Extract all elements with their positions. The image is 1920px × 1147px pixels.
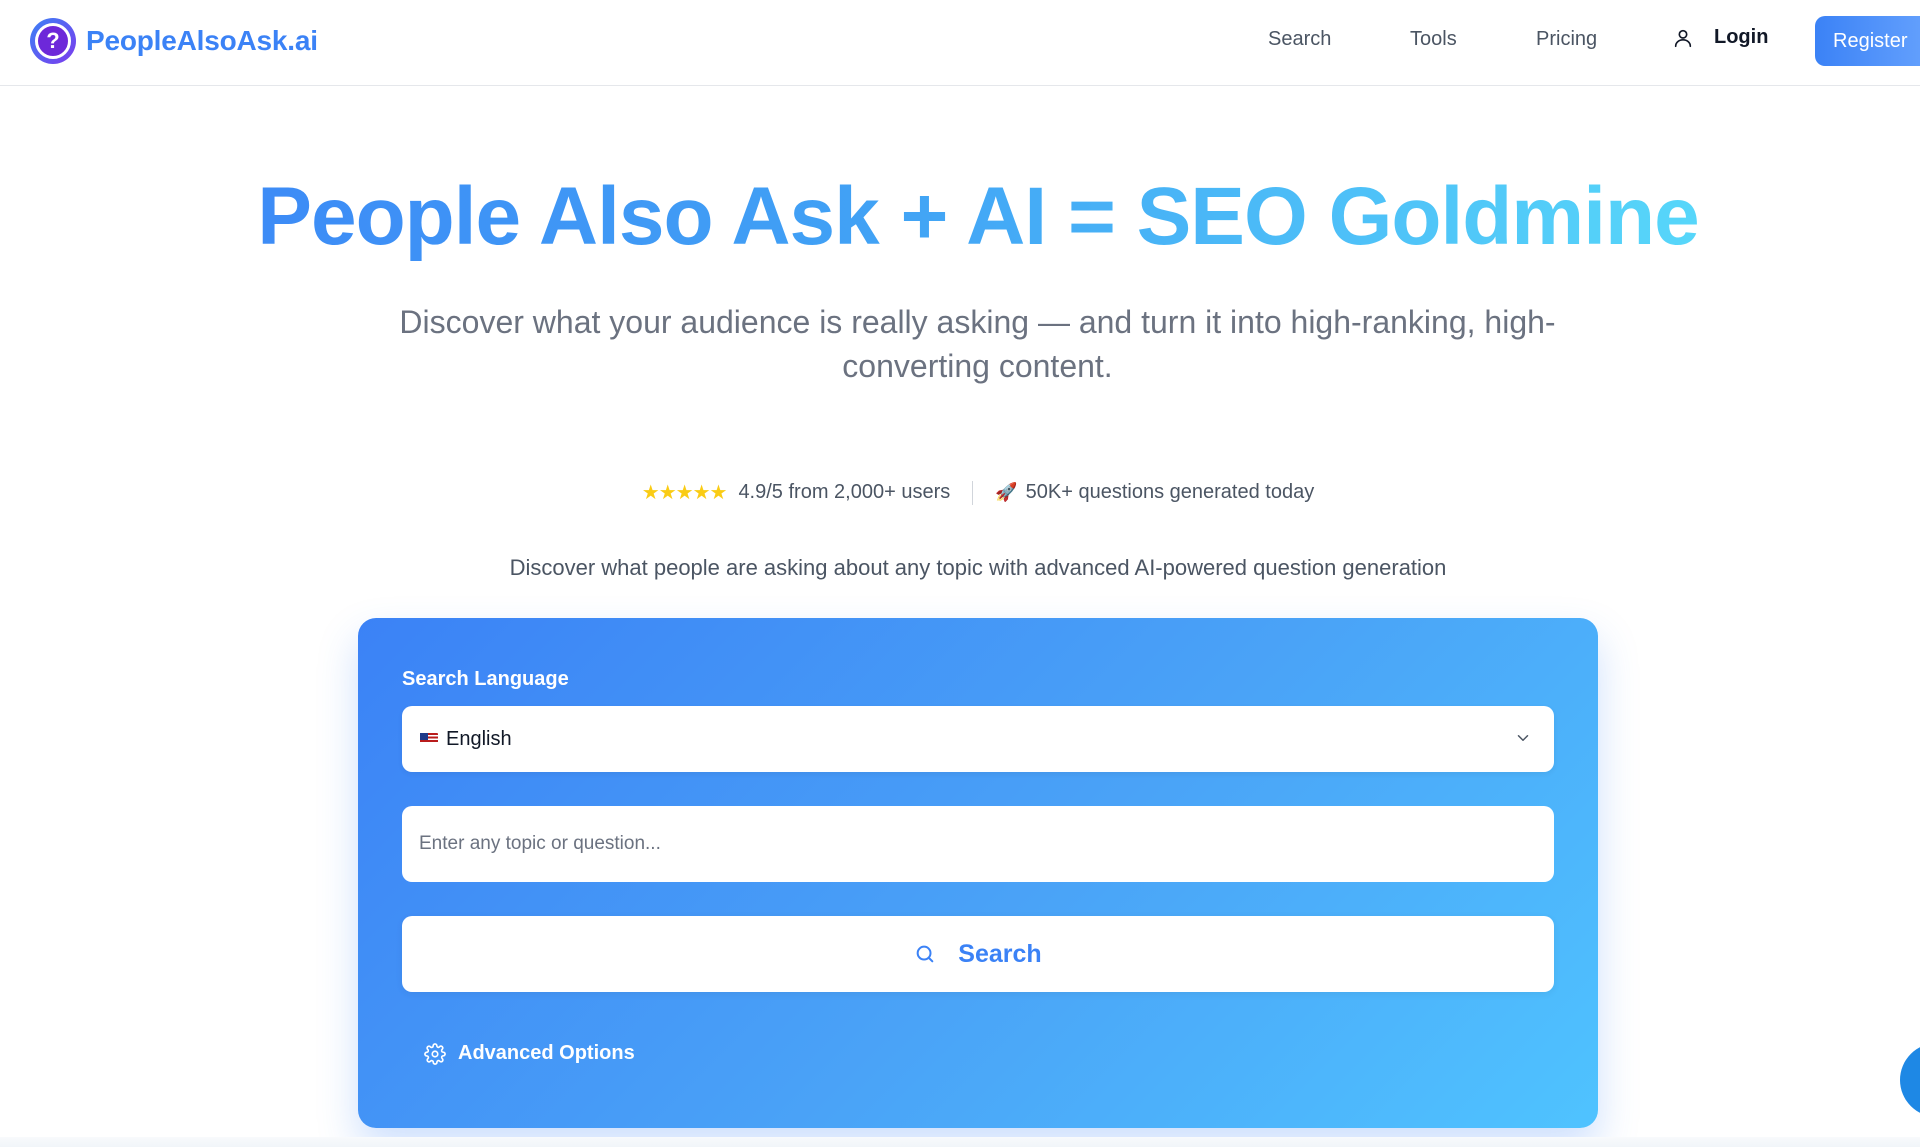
nav-pricing-link[interactable]: Pricing [1536,28,1597,51]
topic-search-input[interactable] [402,806,1554,882]
search-button-label: Search [958,939,1042,968]
brand-name: PeopleAlsoAsk.ai [86,25,318,56]
chevron-down-icon [1517,735,1529,741]
social-proof-bar: ★★★★★ 4.9/5 from 2,000+ users 🚀 50K+ que… [0,480,1920,505]
search-icon [916,945,934,963]
register-label: Register [1833,29,1908,52]
language-value: English [446,727,512,750]
generated-count-text: 50K+ questions generated today [1025,481,1315,503]
hero-title: People Also Ask + AI = SEO Goldmine [0,170,1920,264]
gear-icon [424,1042,446,1065]
top-navbar: ? PeopleAlsoAsk.ai Search Tools Pricing … [0,0,1920,86]
search-language-label: Search Language [402,668,569,690]
chat-widget-button[interactable] [1900,1043,1920,1117]
hero-subtitle: Discover what your audience is really as… [399,304,1556,384]
search-card: Search Language English Search Advanced … [358,618,1598,1128]
login-link[interactable]: Login [1672,26,1768,49]
register-button[interactable]: Register [1815,16,1920,66]
rocket-icon: 🚀 [995,482,1018,502]
brand-link[interactable]: ? PeopleAlsoAsk.ai [30,18,318,64]
language-select[interactable]: English [402,706,1554,772]
login-label: Login [1714,26,1769,48]
us-flag-icon [420,733,438,745]
question-mark-logo-icon: ? [30,18,76,64]
nav-search-link[interactable]: Search [1268,28,1331,51]
search-button[interactable]: Search [402,916,1554,992]
advanced-options-toggle[interactable]: Advanced Options [424,1042,635,1065]
advanced-options-label: Advanced Options [458,1042,635,1064]
page-bottom-edge [0,1137,1920,1147]
rating-stars-icon: ★★★★★ [641,482,728,504]
hero-tagline: Discover what people are asking about an… [509,555,1447,580]
rating-text: 4.9/5 from 2,000+ users [738,481,951,503]
stats-divider [972,480,974,505]
user-icon [1674,29,1692,47]
nav-tools-link[interactable]: Tools [1410,28,1457,51]
